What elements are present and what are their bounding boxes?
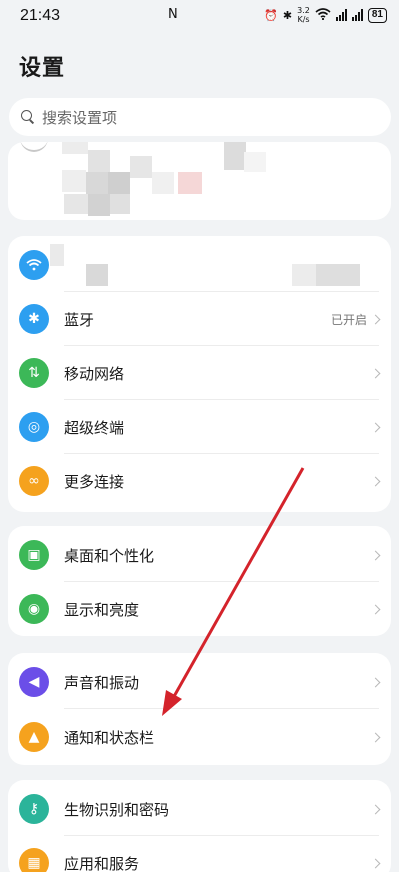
- notification-statusbar-label: 通知和状态栏: [64, 728, 155, 747]
- network-speed: 3.2 K/s: [297, 6, 310, 24]
- apps-services-row[interactable]: ▦ 应用和服务: [8, 836, 391, 872]
- alarm-icon: ⏰: [264, 8, 278, 22]
- search-placeholder: 搜索设置项: [42, 108, 118, 127]
- bluetooth-label: 蓝牙: [64, 310, 95, 329]
- key-icon: ⚷: [19, 794, 49, 824]
- display-card: ▣ 桌面和个性化 ◉ 显示和亮度: [8, 526, 391, 636]
- chevron-right-icon: [370, 732, 381, 742]
- avatar: [20, 142, 48, 152]
- link-icon: ∞: [19, 466, 49, 496]
- bluetooth-status-icon: ✱: [282, 8, 293, 22]
- status-bar: 21:43 N ⏰ ✱ 3.2 K/s 81: [0, 0, 399, 32]
- chevron-right-icon: [370, 858, 381, 868]
- chevron-right-icon: [370, 604, 381, 614]
- volume-icon: ◀: [19, 667, 49, 697]
- chevron-right-icon: [370, 677, 381, 687]
- eye-icon: ◉: [19, 594, 49, 624]
- sound-vibration-label: 声音和振动: [64, 673, 140, 692]
- mobile-network-row[interactable]: ⇅ 移动网络: [8, 346, 391, 400]
- signal-2-icon: [351, 9, 363, 21]
- more-connections-label: 更多连接: [64, 472, 125, 491]
- search-icon: [21, 110, 35, 124]
- signal-1-icon: [335, 9, 347, 21]
- page-title: 设置: [19, 56, 66, 81]
- image-icon: ▣: [19, 540, 49, 570]
- chevron-right-icon: [370, 804, 381, 814]
- super-device-row[interactable]: ◎ 超级终端: [8, 400, 391, 454]
- status-icons: ⏰ ✱ 3.2 K/s 81: [264, 6, 387, 24]
- chevron-right-icon: [370, 550, 381, 560]
- bluetooth-row[interactable]: ✱ 蓝牙 已开启: [8, 292, 391, 346]
- apps-services-label: 应用和服务: [64, 854, 140, 872]
- search-input[interactable]: 搜索设置项: [9, 98, 391, 136]
- wlan-row[interactable]: [8, 238, 391, 292]
- biometrics-password-row[interactable]: ⚷ 生物识别和密码: [8, 782, 391, 836]
- sound-card: ◀ 声音和振动 ▲ 通知和状态栏: [8, 653, 391, 765]
- mobile-data-icon: ⇅: [19, 358, 49, 388]
- bell-icon: ▲: [19, 722, 49, 752]
- security-card: ⚷ 生物识别和密码 ▦ 应用和服务: [8, 780, 391, 872]
- account-card[interactable]: [8, 142, 391, 220]
- chevron-right-icon: [370, 314, 381, 324]
- desktop-personalization-row[interactable]: ▣ 桌面和个性化: [8, 528, 391, 582]
- chevron-right-icon: [370, 422, 381, 432]
- connections-card: ✱ 蓝牙 已开启 ⇅ 移动网络 ◎ 超级终端 ∞ 更多连接: [8, 236, 391, 512]
- biometrics-password-label: 生物识别和密码: [64, 800, 170, 819]
- super-device-label: 超级终端: [64, 418, 125, 437]
- sound-vibration-row[interactable]: ◀ 声音和振动: [8, 655, 391, 709]
- bluetooth-status: 已开启: [330, 312, 367, 327]
- more-connections-row[interactable]: ∞ 更多连接: [8, 454, 391, 508]
- wifi-status-icon: [315, 7, 331, 23]
- display-brightness-row[interactable]: ◉ 显示和亮度: [8, 582, 391, 636]
- nfc-icon: N: [168, 7, 178, 22]
- display-brightness-label: 显示和亮度: [64, 600, 140, 619]
- desktop-personalization-label: 桌面和个性化: [64, 546, 155, 565]
- chevron-right-icon: [370, 368, 381, 378]
- battery-icon: 81: [367, 7, 387, 23]
- apps-icon: ▦: [19, 848, 49, 872]
- notification-statusbar-row[interactable]: ▲ 通知和状态栏: [8, 710, 391, 764]
- super-device-icon: ◎: [19, 412, 49, 442]
- bluetooth-icon: ✱: [19, 304, 49, 334]
- status-time: 21:43: [20, 7, 61, 24]
- wifi-icon: [19, 250, 49, 280]
- mobile-network-label: 移动网络: [64, 364, 125, 383]
- chevron-right-icon: [370, 476, 381, 486]
